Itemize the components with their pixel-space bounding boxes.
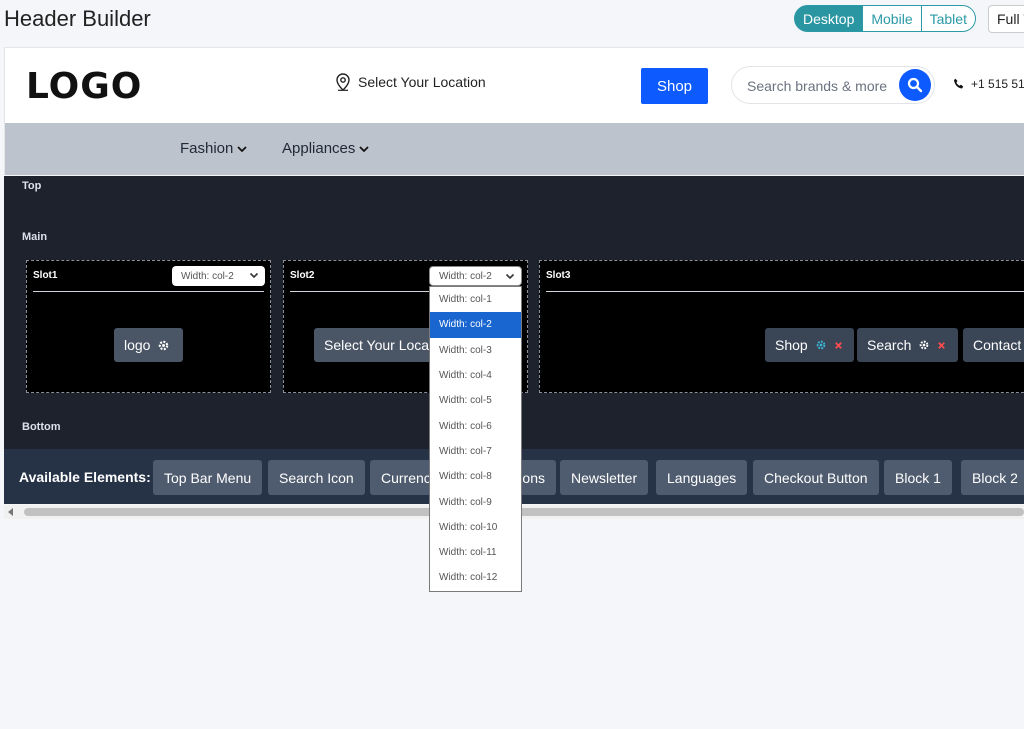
element-label: Contact — [973, 337, 1022, 353]
phone-icon — [954, 78, 964, 89]
slot-label: Slot3 — [546, 270, 571, 281]
width-option[interactable]: Width: col-1 — [430, 287, 521, 312]
preview-navbar: Fashion Appliances — [5, 123, 1024, 175]
nav-item-label: Appliances — [282, 140, 356, 157]
map-pin-icon — [336, 73, 350, 91]
element-label: logo — [124, 337, 151, 353]
width-option[interactable]: Width: col-12 — [430, 565, 521, 590]
nav-item-label: Fashion — [180, 140, 234, 157]
chevron-down-icon — [237, 145, 248, 152]
available-top-bar-menu[interactable]: Top Bar Menu — [153, 460, 263, 495]
close-icon[interactable] — [834, 341, 843, 350]
search-placeholder: Search brands & more — [747, 78, 888, 94]
width-option[interactable]: Width: col-8 — [430, 464, 521, 489]
available-block-2[interactable]: Block 2 — [961, 460, 1024, 495]
preview-location[interactable]: Select Your Location — [335, 73, 486, 91]
close-icon[interactable] — [937, 341, 946, 350]
device-mobile-button[interactable]: Mobile — [863, 5, 922, 32]
slot-divider — [546, 291, 1024, 292]
page-title: Header Builder — [4, 6, 151, 31]
device-tablet-button[interactable]: Tablet — [921, 5, 976, 32]
slot-label: Slot1 — [33, 270, 58, 281]
width-option[interactable]: Width: col-9 — [430, 489, 521, 514]
slot-3[interactable]: Slot3 Shop Search Contact — [539, 260, 1024, 393]
width-option[interactable]: Width: col-10 — [430, 515, 521, 540]
available-checkout-button[interactable]: Checkout Button — [753, 460, 879, 495]
gear-icon[interactable] — [158, 340, 169, 351]
available-languages[interactable]: Languages — [656, 460, 748, 495]
width-option[interactable]: Width: col-4 — [430, 363, 521, 388]
chevron-down-icon — [249, 272, 259, 279]
element-logo[interactable]: logo — [114, 328, 183, 362]
element-label: Search — [867, 337, 912, 353]
available-newsletter[interactable]: Newsletter — [560, 460, 649, 495]
preview-logo: LOGO — [26, 66, 143, 107]
section-main-label: Main — [22, 231, 48, 243]
width-option[interactable]: Width: col-7 — [430, 439, 521, 464]
width-option[interactable]: Width: col-6 — [430, 413, 521, 438]
phone-number: +1 515 51 — [971, 77, 1024, 91]
slot-width-value: Width: col-2 — [439, 270, 492, 282]
gear-icon[interactable] — [816, 340, 826, 350]
device-switcher: Desktop Mobile Tablet — [794, 5, 976, 32]
slot-divider — [33, 291, 264, 292]
available-elements-title: Available Elements: — [19, 469, 151, 485]
width-option[interactable]: Width: col-5 — [430, 388, 521, 413]
device-desktop-button[interactable]: Desktop — [794, 5, 864, 32]
width-option[interactable]: Width: col-11 — [430, 540, 521, 565]
chevron-down-icon — [505, 273, 515, 280]
section-bottom-label: Bottom — [22, 421, 61, 433]
preview-phone: +1 515 51 — [953, 77, 1024, 91]
section-top-label: Top — [22, 180, 42, 192]
nav-item-fashion[interactable]: Fashion — [180, 140, 248, 157]
full-width-select[interactable]: Full Width — [988, 5, 1024, 33]
slot-1-width-select[interactable]: Width: col-2 — [172, 266, 265, 286]
element-search[interactable]: Search — [857, 328, 958, 362]
preview-shop-button[interactable]: Shop — [641, 68, 708, 104]
slot-2-width-select[interactable]: Width: col-2 — [429, 266, 522, 286]
element-contact[interactable]: Contact — [963, 328, 1024, 362]
header-preview: LOGO Select Your Location Shop Search br… — [4, 47, 1024, 175]
available-search-icon[interactable]: Search Icon — [268, 460, 365, 495]
slot-1[interactable]: Slot1 Width: col-2 logo — [26, 260, 271, 393]
available-block-1[interactable]: Block 1 — [884, 460, 952, 495]
width-option-selected[interactable]: Width: col-2 — [430, 312, 521, 338]
chevron-down-icon — [359, 145, 370, 152]
scroll-left-arrow-icon[interactable] — [8, 508, 13, 516]
width-dropdown-list: Width: col-1 Width: col-2 Width: col-3 W… — [429, 286, 522, 592]
scrollbar-thumb[interactable] — [24, 508, 1024, 516]
top-bar: Header Builder Desktop Mobile Tablet Ful… — [0, 0, 1024, 40]
width-option[interactable]: Width: col-3 — [430, 338, 521, 363]
preview-location-label: Select Your Location — [358, 74, 486, 90]
nav-item-appliances[interactable]: Appliances — [282, 140, 370, 157]
preview-search-box[interactable]: Search brands & more — [731, 66, 935, 104]
slot-label: Slot2 — [290, 270, 315, 281]
element-shop[interactable]: Shop — [765, 328, 854, 362]
slot-width-value: Width: col-2 — [181, 270, 234, 282]
search-icon[interactable] — [899, 69, 931, 101]
element-label: Shop — [775, 337, 808, 353]
gear-icon[interactable] — [919, 340, 929, 350]
